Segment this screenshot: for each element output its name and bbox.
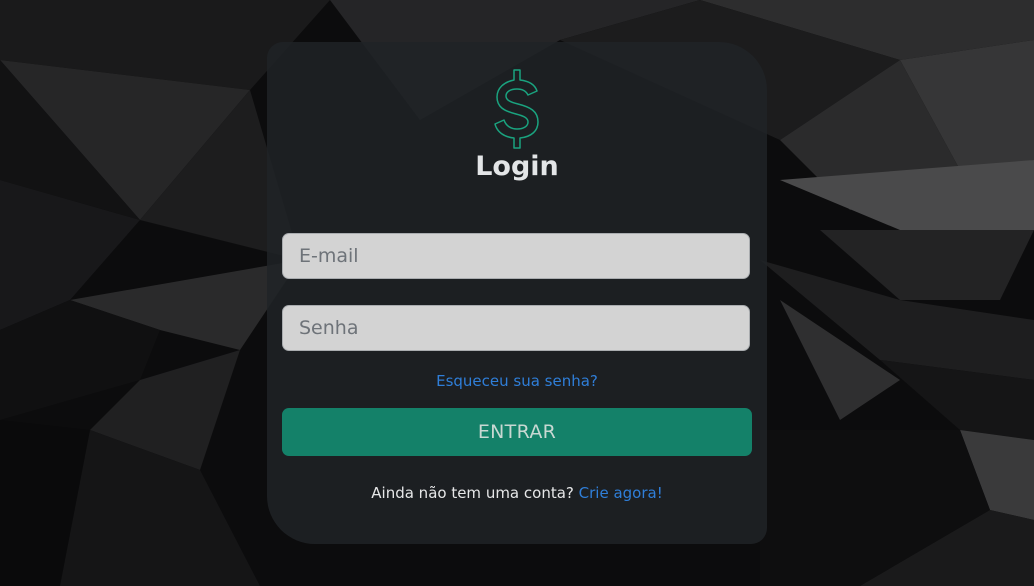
dollar-sign-icon xyxy=(494,69,539,149)
forgot-password-link[interactable]: Esqueceu sua senha? xyxy=(267,372,767,390)
email-field[interactable] xyxy=(282,233,750,279)
page-title: Login xyxy=(475,151,559,182)
signup-link[interactable]: Crie agora! xyxy=(579,484,663,502)
login-card: Login Esqueceu sua senha? ENTRAR Ainda n… xyxy=(267,42,767,544)
login-button[interactable]: ENTRAR xyxy=(282,408,752,456)
password-field[interactable] xyxy=(282,305,750,351)
signup-prompt-text: Ainda não tem uma conta? xyxy=(371,484,574,502)
signup-prompt-row: Ainda não tem uma conta? Crie agora! xyxy=(267,484,767,502)
